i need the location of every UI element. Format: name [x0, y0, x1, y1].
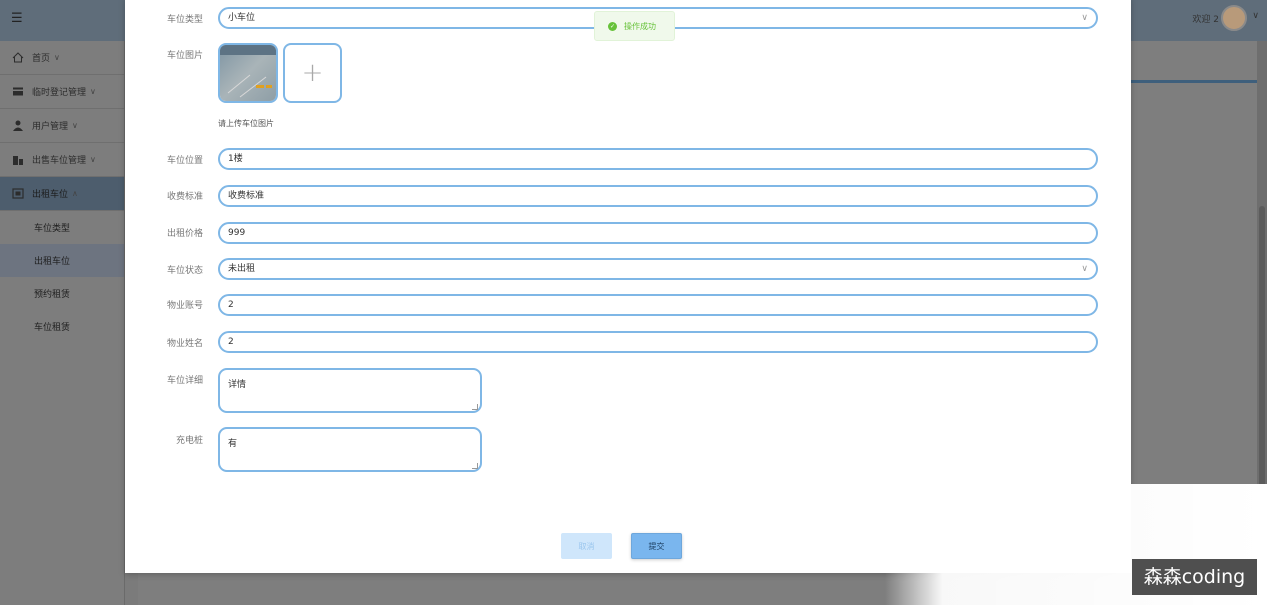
- account-input[interactable]: 2: [218, 294, 1098, 316]
- submit-button[interactable]: 提交: [631, 533, 682, 559]
- status-select[interactable]: 未出租 ∨: [218, 258, 1098, 280]
- check-circle-icon: ✓: [608, 21, 617, 31]
- chevron-down-icon: ∨: [1081, 264, 1088, 274]
- upload-hint: 请上传车位图片: [218, 119, 274, 128]
- chevron-down-icon: ∨: [90, 87, 96, 96]
- sidebar-item-rental-parking[interactable]: 出租车位 ∧: [0, 177, 124, 211]
- sidebar-item-label: 首页: [32, 54, 51, 64]
- type-label: 车位类型: [166, 15, 203, 25]
- chevron-down-icon: ∨: [1081, 13, 1088, 23]
- sidebar-item-label: 出售车位管理: [32, 156, 87, 166]
- location-label: 车位位置: [166, 156, 203, 166]
- sidebar-item-label: 临时登记管理: [32, 88, 87, 98]
- sidebar-item-temp-registration[interactable]: 临时登记管理 ∨: [0, 75, 124, 109]
- chevron-down-icon: ∨: [72, 121, 78, 130]
- user-icon: [12, 120, 24, 131]
- sidebar-subitem-reservation[interactable]: 预约租赁: [0, 277, 124, 310]
- welcome-text: 欢迎 2: [1192, 15, 1219, 25]
- avatar[interactable]: [1221, 5, 1247, 31]
- charger-label: 充电桩: [175, 436, 203, 446]
- content-divider: [1131, 80, 1257, 83]
- sidebar-subitem-parking-lease[interactable]: 车位租赁: [0, 310, 124, 343]
- status-label: 车位状态: [166, 266, 203, 276]
- chevron-down-icon: ∨: [54, 53, 60, 62]
- name-label: 物业姓名: [166, 339, 203, 349]
- detail-label: 车位详细: [166, 376, 203, 386]
- sidebar-subitem-parking-type[interactable]: 车位类型: [0, 211, 124, 244]
- home-icon: [12, 52, 24, 63]
- charger-textarea[interactable]: 有: [218, 427, 482, 472]
- sidebar-item-sale-parking[interactable]: 出售车位管理 ∨: [0, 143, 124, 177]
- menu-toggle-icon[interactable]: ☰: [11, 12, 25, 25]
- sidebar-item-label: 用户管理: [32, 122, 69, 132]
- chevron-down-icon: ∨: [90, 155, 96, 164]
- parking-photo-thumbnail[interactable]: [218, 43, 278, 103]
- chevron-down-icon[interactable]: ∨: [1252, 11, 1259, 21]
- price-label: 出租价格: [166, 229, 203, 239]
- charger-value: 有: [228, 439, 238, 449]
- fee-value: 收费标准: [228, 191, 265, 201]
- sidebar: 首页 ∨ 临时登记管理 ∨ 用户管理 ∨ 出售车位管理 ∨ 出租车位 ∧ 车位类…: [0, 41, 125, 605]
- location-value: 1楼: [228, 154, 243, 164]
- status-select-value: 未出租: [228, 264, 256, 274]
- cancel-button[interactable]: 取消: [561, 533, 612, 559]
- resize-handle-icon[interactable]: [472, 404, 478, 410]
- price-input[interactable]: 999: [218, 222, 1098, 244]
- fee-label: 收费标准: [166, 192, 203, 202]
- price-value: 999: [228, 228, 246, 238]
- success-toast: ✓ 操作成功: [594, 11, 675, 41]
- location-input[interactable]: 1楼: [218, 148, 1098, 170]
- card-icon: [12, 86, 24, 97]
- sidebar-item-home[interactable]: 首页 ∨: [0, 41, 124, 75]
- sidebar-item-label: 出租车位: [32, 190, 69, 200]
- plus-icon: +: [301, 58, 324, 88]
- toast-message: 操作成功: [624, 21, 656, 31]
- grid-icon: [12, 188, 24, 199]
- account-label: 物业账号: [166, 301, 203, 311]
- upload-image-button[interactable]: +: [283, 43, 342, 103]
- sidebar-subitem-rental-parking[interactable]: 出租车位: [0, 244, 124, 277]
- watermark-text: 森森coding: [1132, 559, 1257, 595]
- name-value: 2: [228, 337, 234, 347]
- sidebar-item-users[interactable]: 用户管理 ∨: [0, 109, 124, 143]
- name-input[interactable]: 2: [218, 331, 1098, 353]
- type-select-value: 小车位: [228, 13, 256, 23]
- resize-handle-icon[interactable]: [472, 463, 478, 469]
- detail-value: 详情: [228, 380, 247, 390]
- chevron-up-icon: ∧: [72, 189, 78, 198]
- account-value: 2: [228, 300, 234, 310]
- fee-input[interactable]: 收费标准: [218, 185, 1098, 207]
- detail-textarea[interactable]: 详情: [218, 368, 482, 413]
- image-label: 车位图片: [166, 51, 203, 61]
- building-icon: [12, 154, 24, 165]
